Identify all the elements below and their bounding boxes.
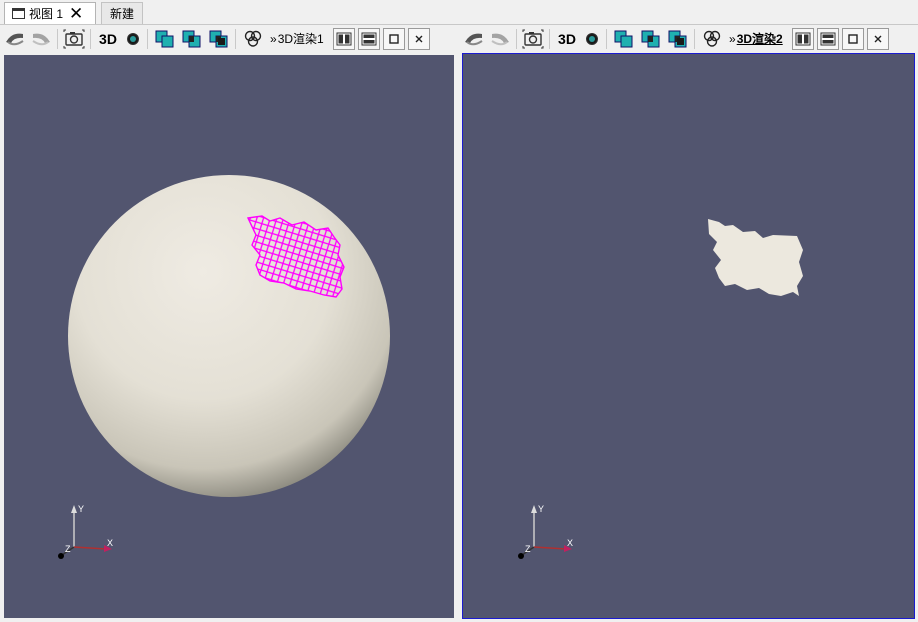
tab-view-1[interactable]: 视图 1 ✕ xyxy=(4,2,96,24)
tab-label: 视图 1 xyxy=(29,7,64,21)
split-horizontal-icon[interactable] xyxy=(791,27,814,50)
maximize-icon[interactable] xyxy=(382,27,405,50)
axis-label-z: Z xyxy=(525,544,531,554)
toolbar-separator xyxy=(90,28,91,49)
split-horizontal-icon[interactable] xyxy=(332,27,355,50)
camera-icon[interactable] xyxy=(520,27,546,51)
overlay-icon[interactable] xyxy=(698,27,726,51)
view-toolbar-1: 3D » 3D渲染1 xyxy=(2,25,430,52)
toolbar-separator xyxy=(147,28,148,49)
surface-wire-icon[interactable] xyxy=(205,27,232,51)
extracted-patch xyxy=(708,219,803,296)
axis-label-z: Z xyxy=(65,544,71,554)
close-icon[interactable] xyxy=(866,27,889,50)
view-prefix: » xyxy=(270,31,277,46)
circle-icon[interactable] xyxy=(581,27,603,51)
split-vertical-icon[interactable] xyxy=(357,27,380,50)
toolbar-separator xyxy=(235,28,236,49)
mode-3d-button[interactable]: 3D xyxy=(94,27,122,51)
overlay-icon[interactable] xyxy=(239,27,267,51)
toolbar-separator xyxy=(549,28,550,49)
view-title[interactable]: 3D渲染1 xyxy=(277,30,330,47)
forward-icon[interactable] xyxy=(487,27,513,51)
tab-new[interactable]: 新建 xyxy=(101,2,143,24)
surface-edges-icon[interactable] xyxy=(637,27,664,51)
close-icon[interactable] xyxy=(407,27,430,50)
back-icon[interactable] xyxy=(461,27,487,51)
axis-label-x: X xyxy=(107,538,113,548)
axes-widget: Y X Z xyxy=(58,504,113,559)
maximize-icon[interactable] xyxy=(841,27,864,50)
toolbar-separator xyxy=(57,28,58,49)
render-view-2[interactable]: Y X Z xyxy=(462,53,915,619)
surface-icon[interactable] xyxy=(610,27,637,51)
toolbar-separator xyxy=(606,28,607,49)
close-icon[interactable]: ✕ xyxy=(69,5,83,22)
back-icon[interactable] xyxy=(2,27,28,51)
axis-label-y: Y xyxy=(78,504,84,514)
surface-icon[interactable] xyxy=(151,27,178,51)
window-icon xyxy=(12,8,25,19)
mode-3d-button[interactable]: 3D xyxy=(553,27,581,51)
view-prefix: » xyxy=(729,31,736,46)
surface-edges-icon[interactable] xyxy=(178,27,205,51)
view-title[interactable]: 3D渲染2 xyxy=(736,30,789,47)
render-view-1[interactable]: Y X Z xyxy=(4,55,454,618)
split-vertical-icon[interactable] xyxy=(816,27,839,50)
tab-label: 新建 xyxy=(109,7,134,21)
circle-icon[interactable] xyxy=(122,27,144,51)
surface-wire-icon[interactable] xyxy=(664,27,691,51)
tab-bar: 视图 1 ✕ 新建 xyxy=(0,0,918,25)
toolbar-separator xyxy=(516,28,517,49)
axes-widget: Y X Z xyxy=(518,504,573,559)
toolbar-separator xyxy=(694,28,695,49)
sphere xyxy=(68,175,390,497)
view-toolbar-2: 3D » 3D渲染2 xyxy=(461,25,889,52)
camera-icon[interactable] xyxy=(61,27,87,51)
forward-icon[interactable] xyxy=(28,27,54,51)
axis-label-x: X xyxy=(567,538,573,548)
axis-label-y: Y xyxy=(538,504,544,514)
